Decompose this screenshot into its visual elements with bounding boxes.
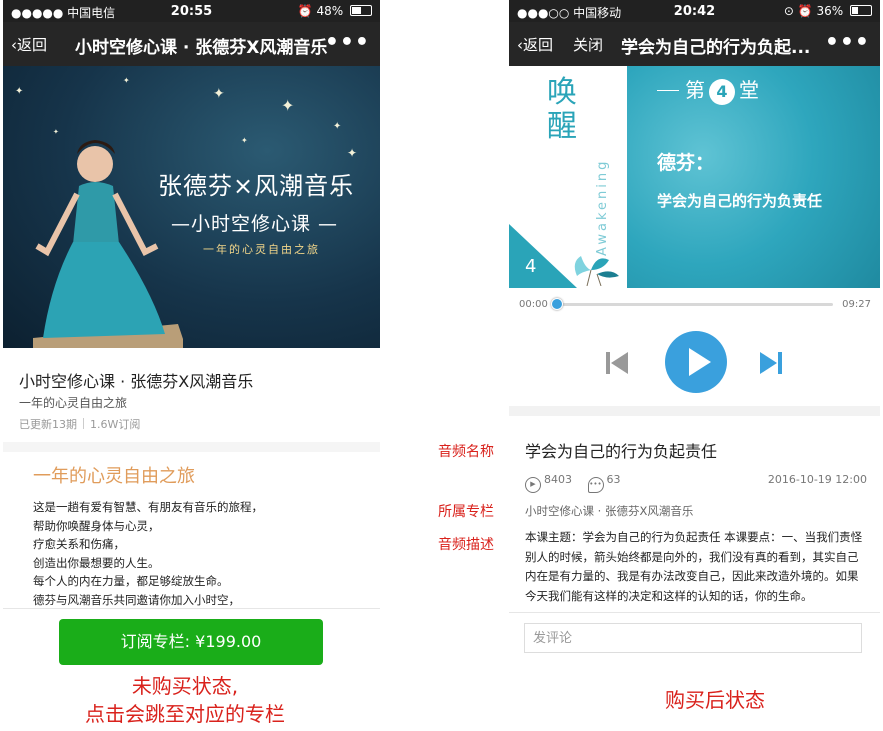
battery-percent: 36% xyxy=(816,4,844,18)
alarm-icon: ⏰ xyxy=(797,4,813,18)
page-title: 学会为自己的行为负起... xyxy=(621,38,811,58)
cover-tagline: 一年的心灵自由之旅 xyxy=(203,243,320,256)
cover-subtitle: —小时空修心课 — xyxy=(171,213,339,235)
back-button[interactable]: ‹返回 xyxy=(11,34,47,55)
battery-percent: 48% xyxy=(316,4,344,18)
star-icon: ✦ xyxy=(241,136,248,145)
play-count-icon: ▶ xyxy=(525,477,541,493)
audio-stats: ▶ 8403 ••• 63 xyxy=(525,473,621,493)
battery-icon xyxy=(350,5,372,16)
battery-indicator: ⏰ 48% xyxy=(298,4,372,18)
lesson-number-badge: 4 xyxy=(709,79,735,105)
flower-icon xyxy=(574,256,619,286)
comment-count: 63 xyxy=(606,473,621,486)
presenter-figure-icon xyxy=(33,140,183,348)
section-divider xyxy=(3,442,380,452)
nav-bar: ‹返回 关闭 学会为自己的行为负起... ••• xyxy=(509,22,880,66)
intro-line: 帮助你唤醒身体与心灵， xyxy=(33,518,160,533)
left-phone-screen: ●●●●● 中国电信 20:55 ⏰ 48% ‹返回 小时空修心课 · 张德芬X… xyxy=(3,0,380,731)
star-icon: ✦ xyxy=(123,76,130,85)
lesson-number: 第4堂 xyxy=(657,74,759,105)
total-time: 09:27 xyxy=(842,299,871,310)
subscriber-count: 1.6W订阅 xyxy=(90,418,141,431)
intro-line: 每个人的内在力量，都足够绽放生命。 xyxy=(33,574,229,588)
cover-title: 张德芬×风潮音乐 xyxy=(158,172,355,200)
more-menu-button[interactable]: ••• xyxy=(825,30,870,55)
divider xyxy=(83,418,84,429)
audio-title: 学会为自己的行为负起责任 xyxy=(525,442,718,461)
album-cover-image: ✦ ✦ ✦ ✦ ✦ ✦ ✦ ✦ ✦ 张德芬×风潮音乐 —小时空修心课 — 一年的… xyxy=(3,66,380,348)
annotation-purchased: 购买后状态 xyxy=(665,688,765,712)
lesson-cover-water: 第4堂 德芬： 学会为自己的行为负责任 xyxy=(627,66,880,288)
lesson-author: 德芬： xyxy=(657,152,715,174)
lesson-corner-number: 4 xyxy=(525,256,537,277)
play-button[interactable] xyxy=(665,331,727,393)
right-phone-screen: ●●●○○ 中国移动 20:42 ⊙ ⏰ 36% ‹返回 关闭 学会为自己的行为… xyxy=(509,0,880,731)
star-icon: ✦ xyxy=(15,86,24,97)
label-audio-name: 音频名称 xyxy=(438,444,494,460)
album-meta: 已更新13期 1.6W订阅 xyxy=(19,416,140,432)
lock-rotation-icon: ⊙ xyxy=(783,4,794,18)
star-icon: ✦ xyxy=(347,146,358,160)
audio-description: 本课主题：学会为自己的行为负起责任 本课要点：一、当我们责怪别人的时候，箭头始终… xyxy=(525,530,863,603)
label-album: 所属专栏 xyxy=(438,504,494,520)
subscribe-button[interactable]: 订阅专栏: ¥199.00 xyxy=(59,619,323,665)
back-label: 返回 xyxy=(523,36,554,54)
nav-bar: ‹返回 小时空修心课 · 张德芬X风潮音乐 ••• xyxy=(3,22,380,66)
intro-text: 这是一趟有爱有智慧、有朋友有音乐的旅程， 帮助你唤醒身体与心灵， 疗愈关系和伤痛… xyxy=(33,498,263,609)
intro-line: 德芬与风潮音乐共同邀请你加入小时空， xyxy=(33,592,240,607)
battery-indicator: ⊙ ⏰ 36% xyxy=(784,4,872,18)
lesson-series-subtitle: Awakening xyxy=(595,158,610,256)
back-button[interactable]: ‹返回 xyxy=(517,34,553,55)
audio-player: 00:00 09:27 xyxy=(509,288,880,406)
lesson-prefix: 第 xyxy=(685,78,705,102)
status-bar: ●●●●● 中国电信 20:55 ⏰ 48% xyxy=(3,0,380,22)
intro-line: 这是一趟有爱有智慧、有朋友有音乐的旅程， xyxy=(33,500,263,514)
star-icon: ✦ xyxy=(281,96,295,115)
close-button[interactable]: 关闭 xyxy=(573,34,603,55)
divider xyxy=(657,90,679,91)
annotation-line: 点击会跳至对应的专栏 xyxy=(85,702,285,726)
star-icon: ✦ xyxy=(213,86,225,102)
update-count: 已更新13期 xyxy=(19,418,77,431)
alarm-icon: ⏰ xyxy=(297,4,313,18)
lesson-cover-image: 唤醒 Awakening 4 第4堂 德芬： 学会为自己的行为负责任 xyxy=(509,66,880,288)
lesson-topic: 学会为自己的行为负责任 xyxy=(657,192,823,210)
star-icon: ✦ xyxy=(333,121,342,132)
annotation-unpurchased: 未购买状态, 点击会跳至对应的专栏 xyxy=(40,672,330,728)
progress-slider[interactable] xyxy=(555,303,833,306)
play-count: 8403 xyxy=(544,473,572,486)
lesson-series-title: 唤醒 xyxy=(547,75,577,144)
album-link[interactable]: 小时空修心课 · 张德芬X风潮音乐 xyxy=(525,503,693,519)
previous-track-icon[interactable] xyxy=(605,351,629,375)
battery-icon xyxy=(850,5,872,16)
status-bar: ●●●○○ 中国移动 20:42 ⊙ ⏰ 36% xyxy=(509,0,880,22)
publish-date: 2016-10-19 12:00 xyxy=(767,473,867,486)
label-description: 音频描述 xyxy=(438,537,494,553)
progress-knob[interactable] xyxy=(551,298,563,310)
page-title: 小时空修心课 · 张德芬X风潮音乐 xyxy=(75,38,328,58)
back-label: 返回 xyxy=(17,36,48,54)
lesson-cover-left: 唤醒 Awakening 4 xyxy=(509,66,627,288)
album-title: 小时空修心课 · 张德芬X风潮音乐 xyxy=(19,372,254,391)
intro-line: 疗愈关系和伤痛， xyxy=(33,537,125,551)
play-icon xyxy=(689,348,711,376)
comment-icon: ••• xyxy=(587,477,604,493)
annotation-line: 未购买状态, xyxy=(131,674,239,698)
intro-heading: 一年的心灵自由之旅 xyxy=(33,466,195,487)
next-track-icon[interactable] xyxy=(759,351,783,375)
intro-line: 创造出你最想要的人生。 xyxy=(33,555,160,570)
lesson-suffix: 堂 xyxy=(739,78,759,102)
more-menu-button[interactable]: ••• xyxy=(325,30,370,55)
album-subtitle: 一年的心灵自由之旅 xyxy=(19,396,128,410)
current-time: 00:00 xyxy=(519,299,548,310)
comment-input[interactable]: 发评论 xyxy=(524,623,862,653)
section-divider xyxy=(509,406,880,416)
